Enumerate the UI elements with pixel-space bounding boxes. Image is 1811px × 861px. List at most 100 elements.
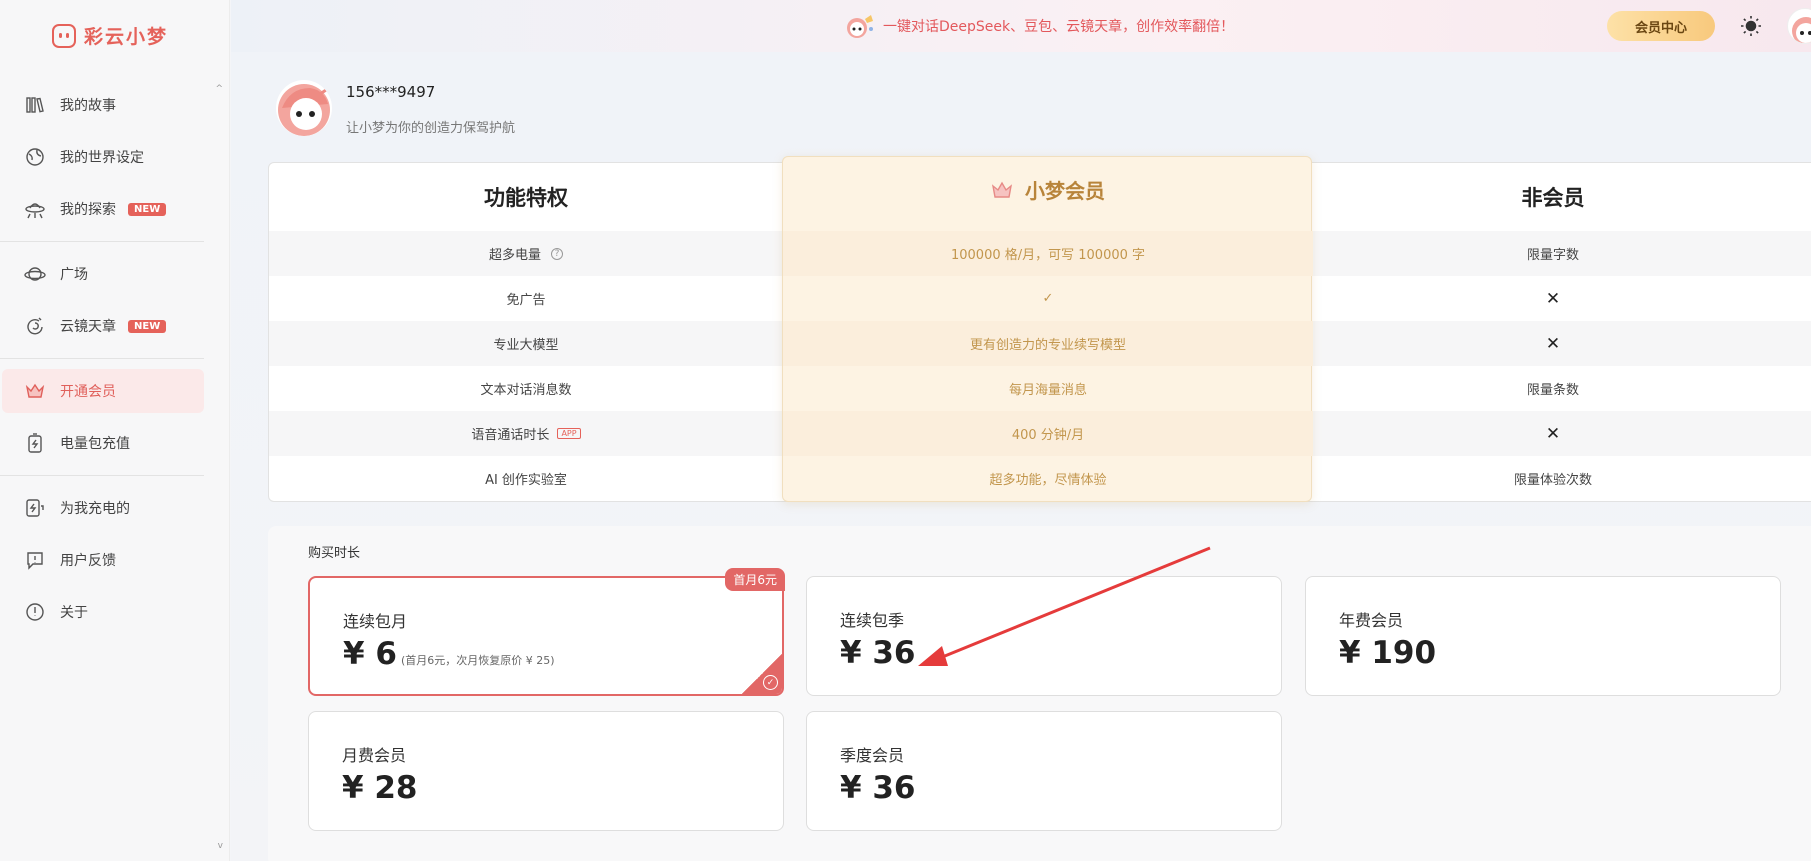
vip-title: 小梦会员 xyxy=(1025,179,1105,203)
sidebar-item-world-settings[interactable]: 我的世界设定 xyxy=(2,135,204,179)
plan-name: 连续包月 xyxy=(343,612,408,631)
feature-label: 超多电量 xyxy=(488,248,541,263)
price-value: ¥ 6 xyxy=(343,636,397,672)
vip-cell: 超多功能，尽情体验 xyxy=(989,473,1107,488)
app-logo[interactable]: 彩云小梦 xyxy=(52,22,168,49)
check-icon: ✓ xyxy=(763,675,778,690)
non-member-cell: 限量条数 xyxy=(1526,383,1579,398)
sidebar: 彩云小梦 ^ 我的故事 我的世界设定 我的探索 NEW 广场 云镜天章 NEW xyxy=(0,0,230,861)
plan-card-monthly[interactable]: 月费会员 ¥ 28 xyxy=(308,711,784,831)
non-member-cell: 限量体验次数 xyxy=(1513,473,1592,488)
help-icon[interactable]: ? xyxy=(551,247,563,260)
promo-text: 一键对话DeepSeek、豆包、云镜天章，创作效率翻倍！ xyxy=(883,19,1235,35)
plan-card-quarterly[interactable]: 季度会员 ¥ 36 xyxy=(806,711,1282,831)
plan-card-annual[interactable]: 年费会员 ¥ 190 xyxy=(1305,576,1781,696)
feature-cell: 专业大模型 xyxy=(493,338,559,353)
plan-price: ¥ 6 (首月6元，次月恢复原价 ¥ 25) xyxy=(343,636,555,672)
user-avatar[interactable] xyxy=(276,80,332,136)
sidebar-item-label: 关于 xyxy=(60,605,88,621)
header-non-member: 非会员 xyxy=(1521,186,1585,210)
vip-cell: 更有创造力的专业续写模型 xyxy=(783,321,1313,366)
sidebar-nav: 我的故事 我的世界设定 我的探索 NEW 广场 云镜天章 NEW 开通会员 电量 xyxy=(0,75,230,642)
user-subtitle: 让小梦为你的创造力保驾护航 xyxy=(346,121,516,136)
sidebar-item-label: 云镜天章 xyxy=(60,319,116,335)
plan-price: ¥ 28 xyxy=(342,770,418,806)
cross-icon: ✕ xyxy=(1545,288,1561,309)
feature-cell: AI 创作实验室 xyxy=(485,473,567,488)
crown-icon xyxy=(24,380,46,402)
price-note: (首月6元，次月恢复原价 ¥ 25) xyxy=(400,654,555,667)
first-month-tag: 首月6元 xyxy=(725,568,785,591)
new-badge: NEW xyxy=(128,202,167,216)
vip-header: 小梦会员 xyxy=(783,175,1313,204)
logo-icon xyxy=(52,23,76,48)
sidebar-item-label: 广场 xyxy=(60,267,88,283)
sidebar-item-recharge[interactable]: 电量包充值 xyxy=(2,421,204,465)
feature-label: 语音通话时长 xyxy=(471,428,550,443)
plan-name: 月费会员 xyxy=(342,746,407,765)
vip-cell: 400 分钟/月 xyxy=(783,411,1313,456)
vip-member-column: 小梦会员 100000 格/月，可写 100000 字 ✓ 更有创造力的专业续写… xyxy=(782,156,1313,502)
vip-center-button[interactable]: 会员中心 xyxy=(1607,11,1715,41)
swirl-icon xyxy=(24,315,46,337)
mascot-icon xyxy=(845,13,873,39)
selected-corner xyxy=(742,654,782,694)
header-feature: 功能特权 xyxy=(484,186,568,210)
feature-cell: 免广告 xyxy=(506,293,546,308)
battery-icon xyxy=(24,432,46,454)
check-icon: ✓ xyxy=(1042,291,1054,306)
theme-toggle-sun-icon[interactable] xyxy=(1739,14,1763,38)
nav-divider xyxy=(0,241,204,242)
new-badge: NEW xyxy=(128,319,167,333)
plan-name: 连续包季 xyxy=(840,611,905,630)
user-name: 156***9497 xyxy=(346,83,436,101)
globe-icon xyxy=(24,146,46,168)
avatar[interactable] xyxy=(1787,8,1811,44)
feature-cell: 超多电量? xyxy=(269,231,783,276)
sidebar-item-plaza[interactable]: 广场 xyxy=(2,252,204,296)
cross-icon: ✕ xyxy=(1545,423,1561,444)
nav-divider xyxy=(0,358,204,359)
feature-cell: 语音通话时长 APP xyxy=(269,411,783,456)
vip-cell: 100000 格/月，可写 100000 字 xyxy=(783,231,1313,276)
sidebar-item-membership[interactable]: 开通会员 xyxy=(2,369,204,413)
sidebar-item-feedback[interactable]: 用户反馈 xyxy=(2,538,204,582)
charge-icon xyxy=(24,497,46,519)
scroll-down-caret[interactable]: v xyxy=(218,841,223,851)
sidebar-item-label: 用户反馈 xyxy=(60,553,116,569)
sidebar-item-about[interactable]: 关于 xyxy=(2,590,204,634)
feature-cell: 文本对话消息数 xyxy=(480,383,572,398)
sidebar-item-label: 开通会员 xyxy=(60,384,116,400)
sidebar-item-label: 我的世界设定 xyxy=(60,150,144,166)
sidebar-item-label: 我的探索 xyxy=(60,202,116,218)
sidebar-item-label: 为我充电的 xyxy=(60,501,130,517)
vip-cell: 每月海量消息 xyxy=(1008,383,1087,398)
sidebar-item-my-stories[interactable]: 我的故事 xyxy=(2,83,204,127)
cross-icon: ✕ xyxy=(1545,333,1561,354)
app-tag: APP xyxy=(557,428,581,439)
crown-icon xyxy=(991,181,1013,198)
nav-divider xyxy=(0,475,204,476)
top-banner: 一键对话DeepSeek、豆包、云镜天章，创作效率翻倍！ 会员中心 xyxy=(231,0,1811,52)
plan-price: ¥ 36 xyxy=(840,770,916,806)
books-icon xyxy=(24,94,46,116)
sidebar-item-chargers[interactable]: 为我充电的 xyxy=(2,486,204,530)
feedback-icon xyxy=(24,549,46,571)
sidebar-item-yunjing[interactable]: 云镜天章 NEW xyxy=(2,304,204,348)
plan-name: 年费会员 xyxy=(1339,611,1404,630)
plan-price: ¥ 190 xyxy=(1339,635,1437,671)
non-member-cell: 限量字数 xyxy=(1526,248,1579,263)
planet-icon xyxy=(24,263,46,285)
purchase-duration-label: 购买时长 xyxy=(308,546,361,561)
app-name: 彩云小梦 xyxy=(84,26,169,48)
sidebar-item-label: 我的故事 xyxy=(60,98,116,114)
info-icon xyxy=(24,601,46,623)
sidebar-item-label: 电量包充值 xyxy=(60,436,130,452)
sidebar-item-explore[interactable]: 我的探索 NEW xyxy=(2,187,204,231)
ufo-icon xyxy=(24,198,46,220)
plan-card-monthly-auto[interactable]: 首月6元 连续包月 ¥ 6 (首月6元，次月恢复原价 ¥ 25) ✓ xyxy=(308,568,785,696)
plan-price: ¥ 36 xyxy=(840,635,916,671)
plan-card-quarterly-auto[interactable]: 连续包季 ¥ 36 xyxy=(806,576,1282,696)
promo-banner[interactable]: 一键对话DeepSeek、豆包、云镜天章，创作效率翻倍！ xyxy=(845,13,1234,39)
plan-name: 季度会员 xyxy=(840,746,905,765)
